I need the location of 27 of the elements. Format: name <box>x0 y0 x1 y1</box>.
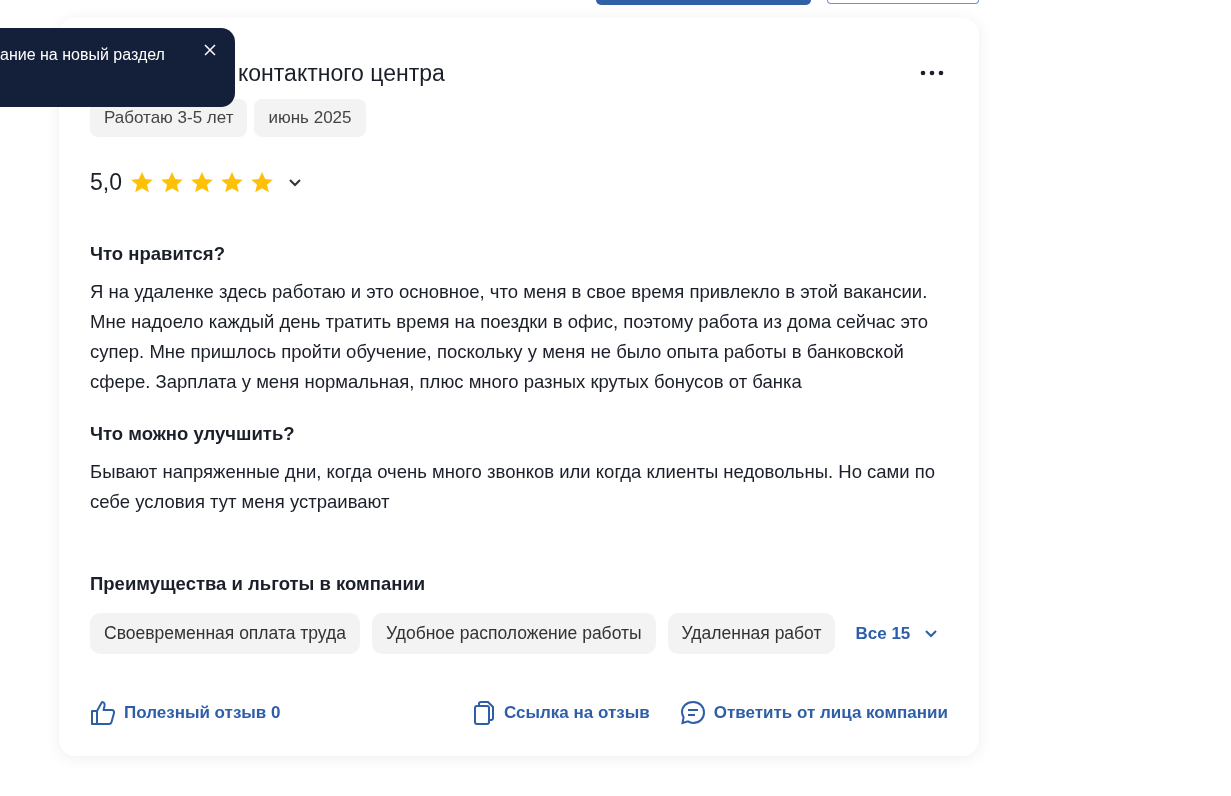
benefit-chip: Своевременная оплата труда <box>90 613 360 654</box>
star-icon <box>250 170 274 194</box>
section-text: Я на удаленке здесь работаю и это основное, что меня в свое время привлекло в этой вакансии. Мне надоело каждый день тратить время на поездки в офис, поэтому работа из дома сейчас это супер. Мне пришлось пройти обучение, поскольку у меня не было опыта работы в банковской сфере. Зарплата у меня нормальная, плюс много разных крутых бонусов от банка <box>90 280 930 394</box>
star-icon <box>220 170 244 194</box>
thumbs-up-icon <box>90 700 116 726</box>
like-link[interactable]: Полезный отзыв 0 <box>90 700 281 726</box>
chevron-down-icon[interactable] <box>288 177 302 187</box>
copy-icon <box>472 700 497 726</box>
toast-text: ание на новый раздел <box>0 46 165 64</box>
section-heading: Что нравится? <box>90 243 226 265</box>
section-heading: Что можно улучшить? <box>90 423 296 445</box>
benefit-chip: Удаленная работ <box>667 613 836 654</box>
tag: июнь 2025 <box>254 99 366 137</box>
section-text: Бывают напряженные дни, когда очень много звонков или когда клиенты недовольны. Но сами по себе условия тут меня устраивают <box>90 460 937 514</box>
chat-bubble-icon <box>679 700 706 726</box>
copy-link[interactable]: Ссылка на отзыв <box>472 700 650 726</box>
benefit-chip: Удобное расположение работы <box>372 613 656 654</box>
section-heading: Преимущества и льготы в компании <box>90 573 427 595</box>
star-icon <box>160 170 184 194</box>
reply-link[interactable]: Ответить от лица компании <box>679 700 948 726</box>
star-icon <box>130 170 154 194</box>
review-title: контактного центра <box>238 59 445 87</box>
rating-value: 5,0 <box>90 168 122 196</box>
close-icon[interactable] <box>204 44 216 56</box>
chevron-down-icon <box>924 629 939 638</box>
star-icon <box>190 170 214 194</box>
more-options-icon[interactable] <box>920 70 944 76</box>
